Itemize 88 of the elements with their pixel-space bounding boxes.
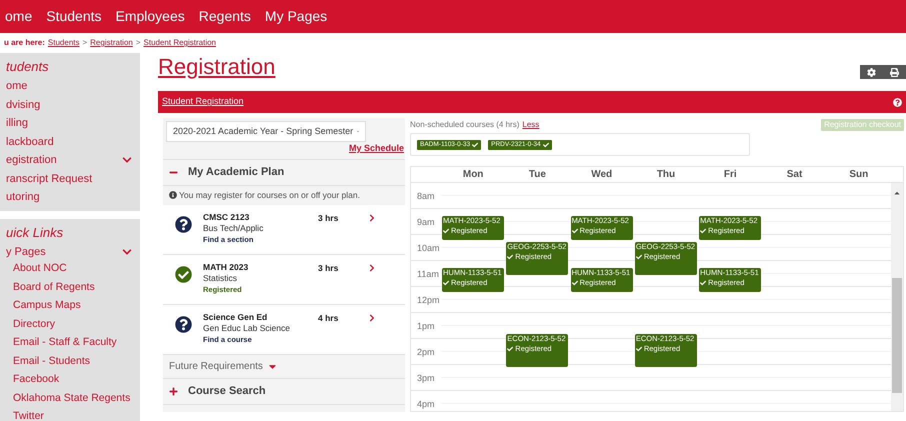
breadcrumb-separator: > [82, 37, 88, 49]
sidebar-heading: tudents [5, 58, 50, 76]
course-name: Bus Tech/Applic [203, 222, 264, 234]
nav-link[interactable]: ome [5, 6, 32, 27]
expand-icon[interactable] [169, 386, 178, 396]
sidebar-link[interactable]: Board of Regents [0, 280, 140, 298]
non-scheduled-label: Non-scheduled courses (4 hrs) [410, 119, 520, 131]
course-code: CMSC 2123 [203, 212, 250, 222]
check-icon [542, 142, 549, 148]
sidebar-item[interactable]: ome [0, 77, 140, 96]
course-hours: 3 hrs [318, 212, 340, 224]
time-label: 1pm [417, 321, 435, 331]
scrollbar[interactable] [891, 183, 903, 411]
check-icon [507, 346, 514, 352]
course-hours: 3 hrs [318, 262, 340, 274]
help-icon[interactable] [893, 98, 902, 106]
sidebar-link[interactable]: About NOC [0, 261, 140, 280]
day-header: Wed [590, 168, 614, 182]
check-icon [443, 280, 449, 286]
check-icon [572, 280, 578, 286]
sidebar-link[interactable]: Email - Staff & Faculty [0, 335, 140, 354]
sidebar-link[interactable]: Directory [0, 316, 140, 335]
sidebar-link[interactable]: Oklahoma State Regents [0, 390, 140, 409]
section-title[interactable]: Course Search [188, 382, 266, 400]
scroll-thumb[interactable] [892, 278, 902, 393]
day-header: Thu [656, 168, 676, 182]
day-header: Sat [786, 168, 804, 182]
check-icon [700, 280, 706, 286]
sidebar-item[interactable]: utoring [0, 188, 140, 206]
check-icon [636, 254, 642, 260]
check-icon [443, 228, 449, 234]
time-label: 9am [417, 217, 435, 227]
settings-icon[interactable] [867, 68, 876, 76]
day-header: Tue [528, 168, 547, 182]
check-icon [572, 228, 578, 234]
time-label: 10am [417, 243, 440, 253]
section-title[interactable]: My Academic Plan [188, 164, 284, 180]
term-select[interactable]: 2020-2021 Academic Year - Spring Semester [166, 121, 366, 142]
my-schedule-link[interactable]: My Schedule [348, 142, 404, 156]
sidebar-item[interactable]: y Pages [0, 242, 140, 261]
time-label: 2pm [417, 347, 435, 357]
sidebar-heading: uick Links [5, 224, 64, 242]
page-title: Registration [158, 53, 276, 81]
day-header: Sun [848, 168, 870, 182]
sidebar-item[interactable]: dvising [0, 96, 140, 114]
info-icon [169, 191, 177, 199]
time-label: 12pm [417, 295, 440, 305]
breadcrumb-link[interactable]: Students [48, 37, 80, 49]
chevron-right-icon[interactable] [368, 314, 376, 322]
sidebar-item[interactable]: illing [0, 114, 140, 132]
check-icon [700, 228, 706, 234]
time-label: 3pm [417, 373, 435, 383]
check-icon [507, 254, 514, 260]
breadcrumb-link[interactable]: Registration [90, 37, 133, 49]
nav-link[interactable]: Students [46, 6, 102, 27]
breadcrumb-separator: > [136, 37, 141, 49]
course-name: Statistics [203, 272, 238, 284]
day-header: Fri [722, 168, 738, 182]
check-icon [636, 346, 642, 352]
nav-link[interactable]: Employees [116, 6, 185, 27]
future-requirements-toggle[interactable]: Future Requirements [169, 358, 263, 374]
nav-link[interactable]: Regents [198, 6, 251, 27]
course-code: Science Gen Ed [203, 312, 268, 322]
day-header: Mon [462, 168, 484, 182]
sidebar-link[interactable]: Facebook [0, 372, 140, 390]
time-label: 8am [417, 191, 435, 201]
sidebar-link[interactable]: Twitter [0, 409, 140, 421]
scroll-up-icon[interactable] [893, 189, 901, 197]
breadcrumb-link[interactable]: Student Registration [144, 37, 216, 49]
less-link[interactable]: Less [522, 119, 540, 131]
chevron-right-icon[interactable] [368, 264, 376, 272]
sidebar-item[interactable]: ranscript Request [0, 170, 140, 188]
sidebar-link[interactable]: Campus Maps [0, 298, 140, 316]
print-icon[interactable] [890, 68, 899, 76]
breadcrumb-label: u are here: [4, 37, 45, 49]
sidebar-link[interactable]: Email - Students [0, 354, 140, 372]
chevron-right-icon[interactable] [368, 214, 376, 222]
sidebar-item[interactable]: lackboard [0, 132, 140, 151]
time-label: 4pm [417, 399, 435, 409]
panel-title-link[interactable]: Student Registration [162, 95, 244, 109]
check-icon [472, 142, 478, 148]
course-name: Gen Educ Lab Science [203, 322, 291, 334]
time-label: 11am [417, 269, 439, 279]
plan-note: You may register for courses on or off your plan. [179, 188, 360, 202]
course-code: MATH 2023 [203, 262, 250, 272]
sidebar-item[interactable]: egistration [0, 151, 140, 170]
nav-link[interactable]: My Pages [264, 6, 328, 27]
course-hours: 4 hrs [318, 312, 340, 324]
